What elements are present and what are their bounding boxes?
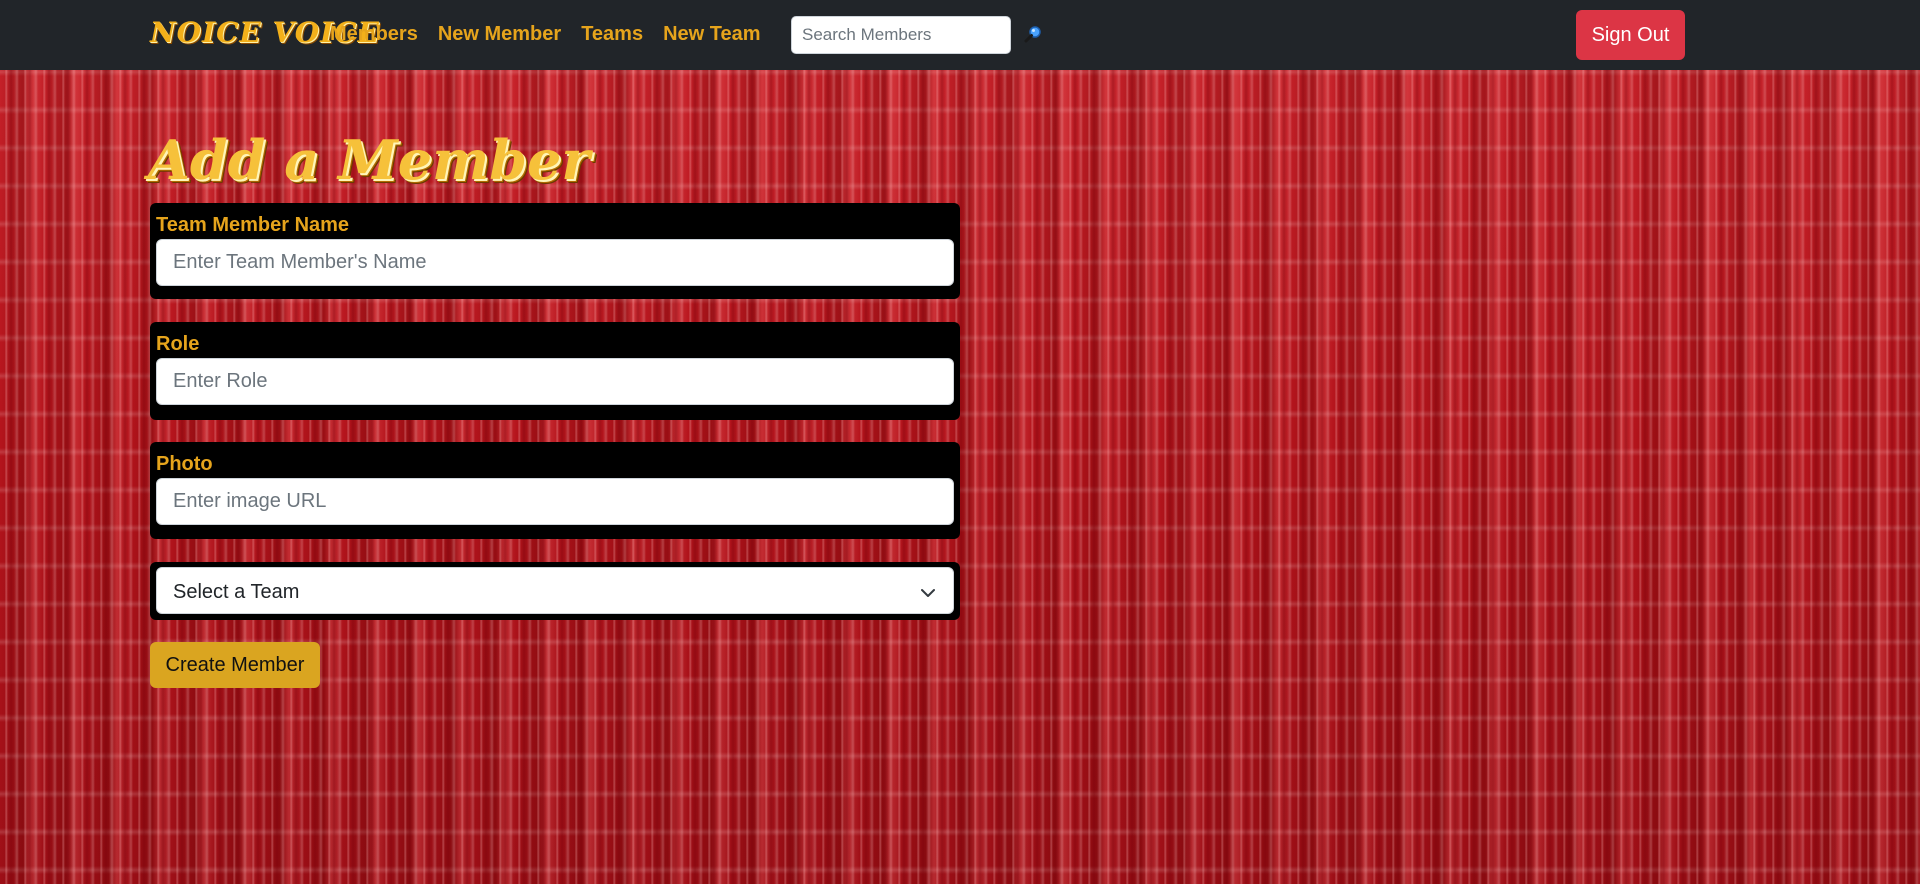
photo-field-group: Photo [150,442,960,539]
photo-input[interactable] [156,478,954,525]
search-input[interactable] [791,16,1011,54]
nav-link-new-member[interactable]: New Member [438,23,561,46]
create-member-button[interactable]: Create Member [150,642,320,688]
role-label: Role [156,333,200,355]
name-label: Team Member Name [156,214,350,236]
role-input[interactable] [156,358,954,405]
role-field-group: Role [150,322,960,420]
team-select-value: Select a Team [173,581,300,603]
page-title: Add a Member [148,128,590,192]
nav-link-teams[interactable]: Teams [581,23,643,46]
navbar: NOICE VOICE Members New Member Teams New… [0,0,1920,70]
name-input[interactable] [156,239,954,286]
magnifying-glass-icon[interactable] [1023,24,1045,46]
sign-out-button[interactable]: Sign Out [1576,10,1685,60]
nav-link-new-team[interactable]: New Team [663,23,760,46]
chevron-down-icon [921,585,935,597]
nav-link-members[interactable]: Members [330,23,418,46]
nav-links: Members New Member Teams New Team [330,23,761,46]
team-select[interactable]: Select a Team [156,567,954,614]
team-field-group: Select a Team [150,562,960,620]
name-field-group: Team Member Name [150,203,960,299]
photo-label: Photo [156,453,213,475]
